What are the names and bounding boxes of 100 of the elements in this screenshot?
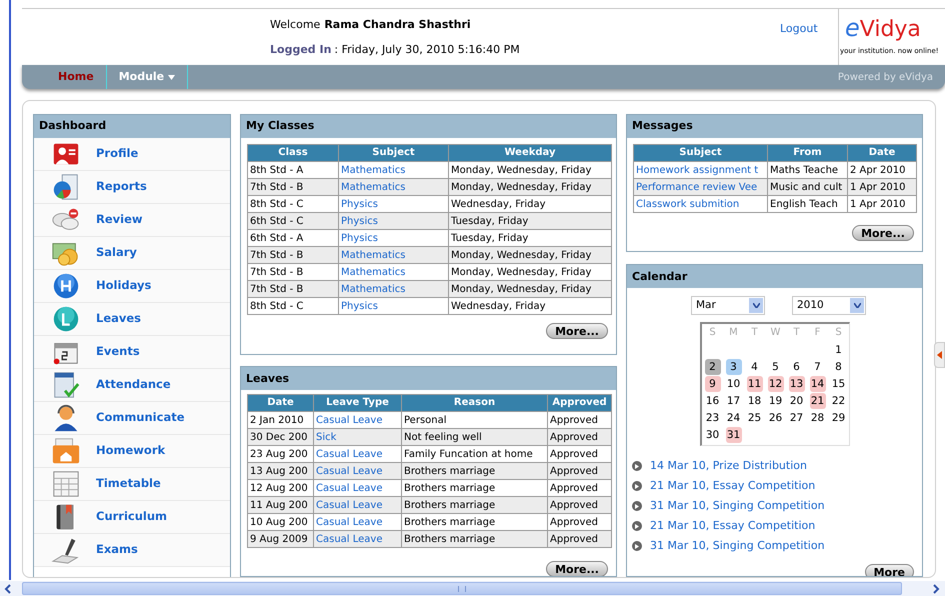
column-header: Class — [248, 144, 338, 162]
folder-icon — [51, 436, 81, 466]
dashboard-item[interactable]: Curriculum — [34, 501, 230, 534]
calendar-day[interactable]: 14 — [810, 376, 826, 392]
dashboard-item[interactable]: Salary — [34, 237, 230, 270]
panel-title: Messages — [627, 115, 922, 138]
column-header: Approved — [548, 394, 612, 412]
calendar-day[interactable]: 24 — [726, 410, 742, 426]
calendar-day[interactable]: 19 — [768, 392, 784, 409]
bullet-play-icon — [632, 481, 642, 492]
calendar-day[interactable]: 3 — [726, 358, 742, 375]
more-button[interactable]: More — [864, 564, 914, 576]
dashboard-item[interactable]: Attendance — [34, 369, 230, 402]
calendar-day[interactable]: 22 — [830, 392, 846, 409]
calendar-day[interactable]: 25 — [746, 410, 762, 426]
table-icon — [51, 469, 81, 499]
calendar-day[interactable]: 13 — [788, 376, 804, 392]
calendar-day[interactable]: 17 — [726, 392, 742, 409]
nav-tab[interactable]: Home — [46, 65, 107, 89]
bullet-play-icon — [632, 461, 642, 472]
dashboard-item[interactable]: Exams — [34, 534, 230, 567]
column-header: Date — [848, 144, 916, 162]
calendar-day[interactable]: 6 — [788, 358, 804, 375]
bullet-play-icon — [632, 541, 642, 552]
welcome-text: Welcome — [270, 17, 320, 33]
dashboard-item[interactable]: Review — [34, 204, 230, 237]
table-link[interactable]: Classwork submition — [634, 196, 768, 212]
logged-in-label: Logged In — [270, 42, 332, 58]
table-link[interactable]: Physics — [338, 298, 448, 314]
calendar-day[interactable]: 10 — [726, 376, 742, 392]
calendar-day[interactable]: 23 — [704, 410, 720, 426]
calendar-day[interactable]: 31 — [726, 426, 742, 443]
calendar-day[interactable]: 12 — [768, 376, 784, 392]
column-header: Subject — [338, 144, 448, 162]
calendar-day[interactable]: 27 — [788, 410, 804, 426]
calendar-day[interactable]: 1 — [830, 342, 846, 358]
event-link[interactable]: 31 Mar 10, Singing Competition — [650, 538, 825, 555]
powered-by-text: Powered by eVidya — [838, 71, 933, 85]
calendar-day[interactable]: 8 — [830, 358, 846, 375]
calendar-day[interactable]: 4 — [746, 358, 762, 375]
calendar-day[interactable]: 9 — [704, 376, 720, 392]
table-cell: English Teach — [768, 196, 848, 212]
more-button[interactable]: More... — [546, 561, 608, 576]
calendar-day[interactable]: 7 — [810, 358, 826, 375]
dashboard-item[interactable]: Holidays — [34, 270, 230, 303]
weekday-label: W — [770, 326, 782, 340]
column-header: Subject — [634, 144, 768, 162]
column-header: Leave Type — [314, 394, 402, 412]
calendar-day[interactable]: 20 — [788, 392, 804, 409]
dashboard-item[interactable]: Timetable — [34, 468, 230, 501]
collapse-tab[interactable] — [934, 342, 945, 368]
calendar-day[interactable]: 18 — [746, 392, 762, 409]
calendar-day[interactable]: 16 — [704, 392, 720, 409]
calendar-day[interactable]: 5 — [768, 358, 784, 375]
calendar-day[interactable]: 26 — [768, 410, 784, 426]
calendar-day[interactable]: 2 — [704, 358, 720, 375]
table-cell: 9 Aug 2009 — [248, 530, 314, 548]
calendar-day[interactable]: 11 — [746, 376, 762, 392]
dashboard-item[interactable]: Events — [34, 336, 230, 369]
h-circle-icon — [51, 271, 81, 301]
l-circle-icon — [51, 304, 81, 334]
left-arrow-icon — [937, 351, 942, 359]
calendar-day[interactable]: 21 — [810, 392, 826, 409]
column-header: Reason — [402, 394, 548, 412]
login-time: : Friday, July 30, 2010 5:16:40 PM — [334, 42, 520, 58]
bullet-play-icon — [632, 521, 642, 532]
nav-tab[interactable]: Module — [106, 65, 188, 89]
event-link[interactable]: 14 Mar 10, Prize Distribution — [650, 458, 807, 475]
more-button[interactable]: More... — [546, 323, 608, 339]
table-cell: Wednesday, Friday — [448, 298, 612, 314]
calendar-day[interactable]: 30 — [704, 426, 720, 443]
table-cell: Approved — [548, 530, 612, 548]
calendar-day[interactable]: 29 — [830, 410, 846, 426]
event-link[interactable]: 31 Mar 10, Singing Competition — [650, 498, 825, 515]
horizontal-scrollbar[interactable] — [0, 581, 945, 596]
column-header: Date — [248, 394, 314, 412]
table-link[interactable]: Casual Leave — [314, 530, 402, 548]
more-button[interactable]: More... — [852, 225, 914, 241]
dashboard-item[interactable]: Homework — [34, 435, 230, 468]
bullet-play-icon — [632, 501, 642, 512]
calendar-day[interactable]: 15 — [830, 376, 846, 392]
event-link[interactable]: 21 Mar 10, Essay Competition — [650, 478, 816, 495]
panel-title: Leaves — [241, 367, 616, 390]
table-cell: 1 Apr 2010 — [848, 196, 916, 212]
panel-title: Calendar — [627, 265, 922, 288]
weekday-label: T — [750, 326, 759, 340]
weekday-label: T — [792, 326, 801, 340]
event-link[interactable]: 21 Mar 10, Essay Competition — [650, 518, 816, 535]
panel-title: My Classes — [241, 115, 616, 138]
dashboard-item[interactable]: Communicate — [34, 402, 230, 435]
weekday-label: S — [708, 326, 717, 340]
logout-link[interactable]: Logout — [780, 21, 818, 38]
dashboard-item[interactable]: Reports — [34, 171, 230, 204]
dashboard-item[interactable]: Leaves — [34, 303, 230, 336]
panel-title: Dashboard — [34, 115, 230, 138]
table-cell: Brothers marriage — [402, 530, 548, 548]
month-select[interactable]: Mar — [691, 296, 765, 316]
calendar-day[interactable]: 28 — [810, 410, 826, 426]
year-select[interactable]: 2010 — [792, 296, 866, 316]
dashboard-item[interactable]: Profile — [34, 138, 230, 171]
